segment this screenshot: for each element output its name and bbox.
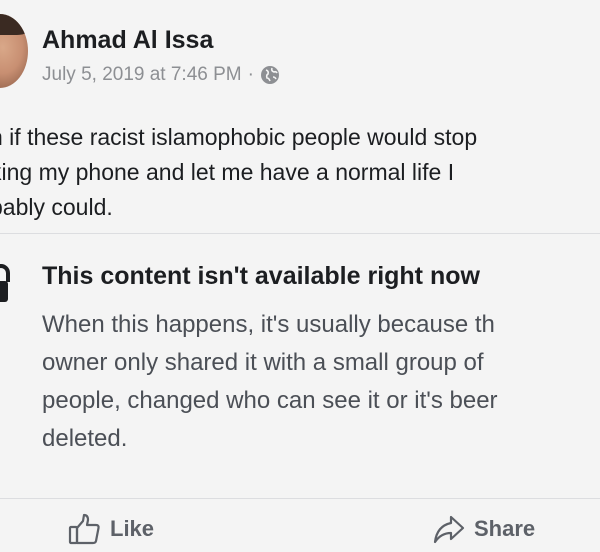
author-name[interactable]: Ahmad Al Issa [42,26,213,55]
divider [0,498,600,499]
globe-icon[interactable] [260,65,280,85]
unavailable-message-line: deleted. [42,425,128,452]
unavailable-message-line: people, changed who can see it or it's b… [42,387,498,414]
share-button[interactable]: Share [432,512,535,546]
post-text-line: bably could. [0,194,113,220]
like-label: Like [110,516,155,541]
share-label: Share [474,516,536,541]
post-text-line: n if these racist islamophobic people wo… [0,124,478,150]
unavailable-message: When this happens, it's usually because … [42,306,600,458]
avatar[interactable] [0,14,28,88]
post-text-line: king my phone and let me have a normal l… [0,159,455,185]
lock-icon [0,264,10,302]
like-button[interactable]: Like [68,512,154,546]
avatar-hair [0,14,28,35]
thumbs-up-icon [68,513,100,545]
unavailable-message-line: When this happens, it's usually because … [42,311,495,338]
unavailable-title: This content isn't available right now [42,262,480,290]
unavailable-message-line: owner only shared it with a small group … [42,349,484,376]
post-text: n if these racist islamophobic people wo… [0,120,600,225]
post-timestamp[interactable]: July 5, 2019 at 7:46 PM [42,64,242,86]
meta-separator: · [247,64,254,85]
post-meta: July 5, 2019 at 7:46 PM · [42,64,280,86]
divider [0,233,600,234]
share-arrow-icon [433,515,465,544]
